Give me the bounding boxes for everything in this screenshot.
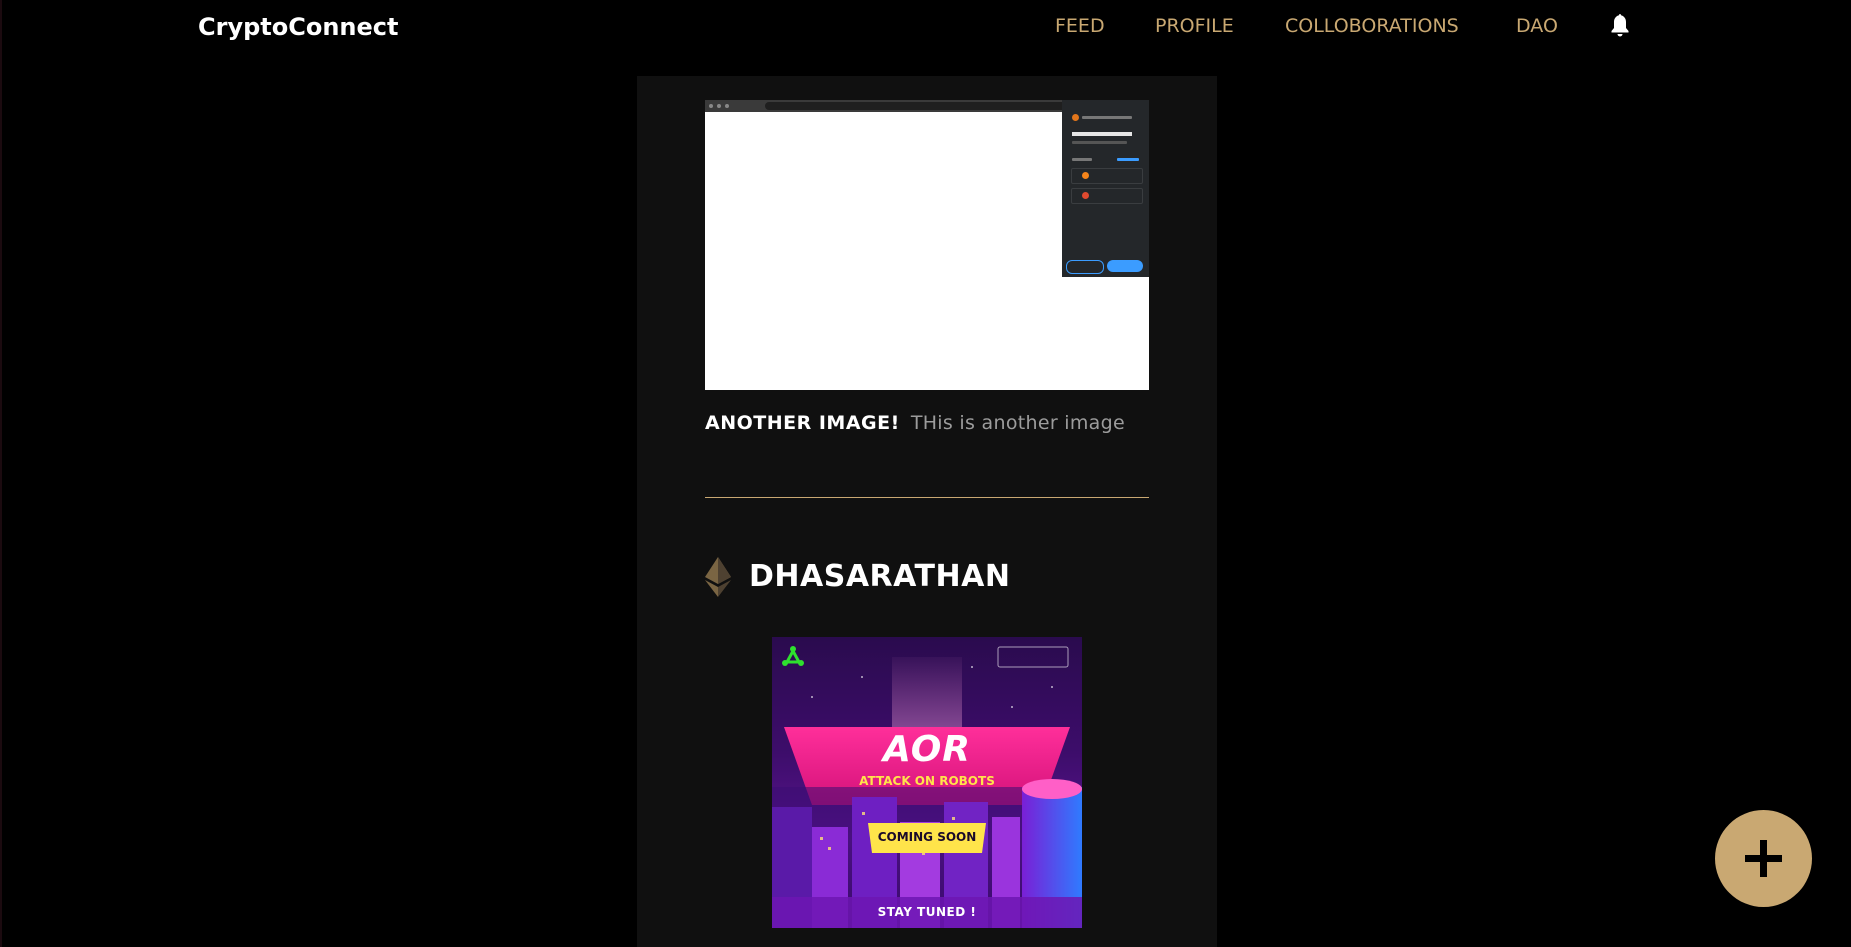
screenshot-dot (717, 104, 721, 108)
screenshot-url-bar (765, 102, 1085, 110)
nav-collaborations[interactable]: COLLOBORATIONS (1285, 15, 1459, 37)
post-image-poster[interactable]: AOR ATTACK ON ROBOTS COMING SOON STAY TU… (772, 637, 1082, 928)
screenshot-cancel-button (1066, 260, 1104, 274)
post-image-screenshot[interactable] (705, 100, 1149, 390)
nav-profile[interactable]: PROFILE (1155, 15, 1234, 37)
screenshot-account-row (1071, 168, 1143, 184)
screenshot-text-line (1082, 116, 1132, 119)
ethereum-icon (705, 557, 731, 597)
screenshot-wallet-icon (1072, 114, 1079, 121)
screenshot-text-line (1072, 132, 1132, 136)
post-divider (705, 497, 1149, 498)
poster-badge: COMING SOON (877, 830, 977, 844)
screenshot-text-line (1072, 141, 1127, 144)
nav-dao[interactable]: DAO (1516, 15, 1558, 37)
screenshot-dot (709, 104, 713, 108)
screenshot-next-button (1107, 260, 1143, 272)
nav-feed[interactable]: FEED (1055, 15, 1105, 37)
screenshot-wallet-popup (1062, 100, 1149, 277)
screenshot-account-icon (1082, 172, 1089, 179)
feed-column: ANOTHER IMAGE! THis is another image DHA… (637, 76, 1217, 947)
plus-icon (1760, 840, 1767, 877)
top-navbar: CryptoConnect FEED PROFILE COLLOBORATION… (0, 0, 1851, 56)
screenshot-text-line (1117, 158, 1139, 161)
post-caption: ANOTHER IMAGE! THis is another image (705, 412, 1125, 434)
bell-icon[interactable] (1608, 12, 1632, 38)
poster-headline: AOR (882, 729, 972, 770)
screenshot-dot (725, 104, 729, 108)
poster-subtitle: ATTACK ON ROBOTS (859, 774, 995, 788)
window-edge (0, 0, 2, 947)
screenshot-account-row (1071, 188, 1143, 204)
author-name[interactable]: DHASARATHAN (749, 559, 1010, 594)
screenshot-text-line (1072, 158, 1092, 161)
create-post-button[interactable] (1715, 810, 1812, 907)
post-title: ANOTHER IMAGE! (705, 412, 900, 434)
screenshot-account-icon (1082, 192, 1089, 199)
post-description: THis is another image (910, 412, 1125, 434)
app-logo[interactable]: CryptoConnect (198, 13, 398, 41)
poster-footer: STAY TUNED ! (877, 905, 977, 919)
